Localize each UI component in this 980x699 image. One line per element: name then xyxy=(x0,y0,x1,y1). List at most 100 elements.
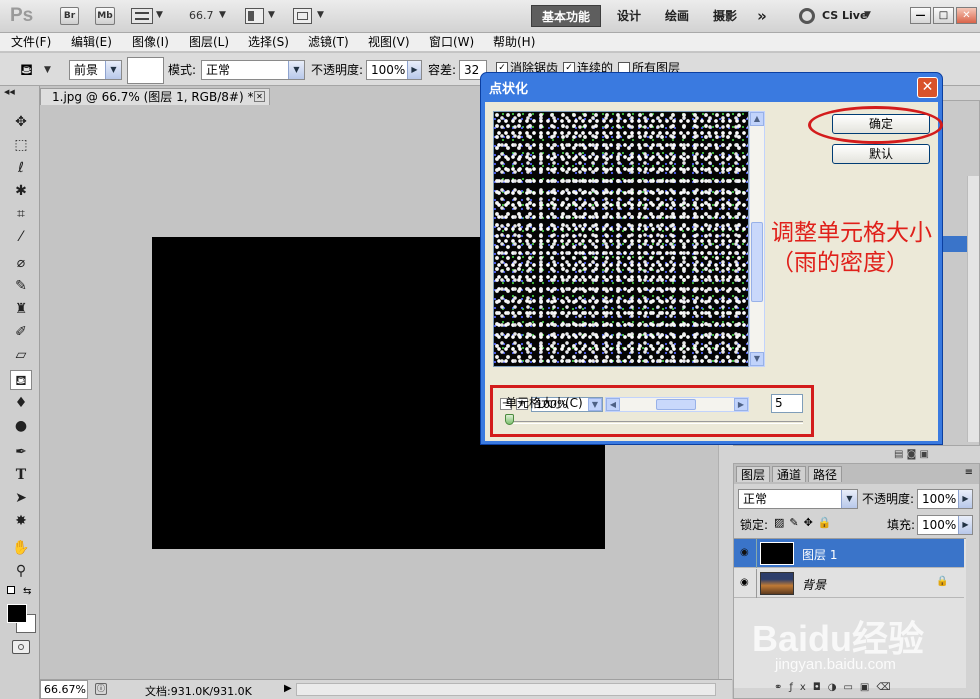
workspace-essentials[interactable]: 基本功能 xyxy=(531,5,601,27)
pen-tool-icon[interactable]: ✒ xyxy=(10,442,32,462)
eye-icon[interactable]: ◉ xyxy=(740,547,749,558)
clone-stamp-tool-icon[interactable]: ♜ xyxy=(10,299,32,319)
swap-colors-icon[interactable]: ⇆ xyxy=(23,586,31,597)
chevron-right-icon[interactable]: ▶ xyxy=(958,516,972,534)
menu-image[interactable]: 图像(I) xyxy=(132,34,169,50)
pattern-picker[interactable] xyxy=(127,57,164,84)
type-tool-icon[interactable]: T xyxy=(10,465,32,485)
zoom-level[interactable]: 66.7 xyxy=(189,9,214,22)
view-extras-icon[interactable] xyxy=(131,8,153,24)
layers-footer-icons[interactable]: ⚭ƒx◘◑▭▣⌫ xyxy=(774,682,898,693)
preview-vertical-scrollbar[interactable]: ▲ ▼ xyxy=(749,111,765,367)
tab-layers[interactable]: 图层 xyxy=(736,466,771,482)
healing-brush-tool-icon[interactable]: ⌀ xyxy=(10,253,32,273)
workspace-design[interactable]: 设计 xyxy=(611,5,647,27)
arrange-documents-icon[interactable] xyxy=(245,8,264,24)
minimize-button[interactable]: — xyxy=(910,7,931,24)
chevron-down-icon: ▼ xyxy=(841,490,857,508)
scroll-thumb[interactable] xyxy=(751,222,763,302)
layer-blend-select[interactable]: 正常 ▼ xyxy=(738,489,858,509)
layers-panel-tabbar: 图层 通道 路径 ≡ xyxy=(734,464,979,484)
chevron-right-icon[interactable]: ▶ xyxy=(407,61,421,79)
lock-icons[interactable]: ▨✎✥🔒 xyxy=(774,516,837,529)
chevron-down-icon[interactable]: ▼ xyxy=(317,10,324,20)
upper-panel-scrollbar[interactable] xyxy=(967,176,979,442)
paint-bucket-icon[interactable]: ⛾ xyxy=(20,60,33,81)
menu-edit[interactable]: 编辑(E) xyxy=(71,34,112,50)
close-icon[interactable]: ✕ xyxy=(254,91,265,102)
close-icon[interactable]: ✕ xyxy=(917,77,938,98)
layer-opacity-input[interactable]: 100% ▶ xyxy=(917,489,973,509)
move-tool-icon[interactable]: ✥ xyxy=(10,112,32,132)
lasso-tool-icon[interactable]: ℓ xyxy=(10,158,32,178)
foreground-color-swatch[interactable] xyxy=(7,604,27,623)
chevron-down-icon[interactable]: ▼ xyxy=(750,352,764,366)
maximize-button[interactable]: □ xyxy=(933,7,954,24)
layer-thumbnail xyxy=(760,542,794,565)
default-button[interactable]: 默认 xyxy=(832,144,930,164)
menu-help[interactable]: 帮助(H) xyxy=(493,34,535,50)
menu-filter[interactable]: 滤镜(T) xyxy=(308,34,349,50)
chevron-down-icon[interactable]: ▼ xyxy=(44,65,51,75)
workspace-painting[interactable]: 绘画 xyxy=(659,5,695,27)
layer-row-background[interactable]: ◉ 背景 🔒 xyxy=(734,569,964,598)
dodge-tool-icon[interactable]: ● xyxy=(10,416,32,436)
filter-preview[interactable] xyxy=(493,111,749,367)
eraser-tool-icon[interactable]: ▱ xyxy=(10,345,32,365)
brush-tool-icon[interactable]: ✎ xyxy=(10,276,32,296)
close-window-button[interactable]: ✕ xyxy=(956,7,977,24)
tab-paths[interactable]: 路径 xyxy=(808,466,843,482)
magic-wand-tool-icon[interactable]: ✱ xyxy=(10,181,32,201)
quick-mask-icon[interactable] xyxy=(12,640,30,654)
collapse-panel-icon[interactable]: ◀◀ xyxy=(4,88,36,96)
status-info-icon[interactable]: ⓘ xyxy=(95,683,107,695)
menu-file[interactable]: 文件(F) xyxy=(11,34,51,50)
status-zoom[interactable]: 66.67% xyxy=(40,680,88,699)
fill-label: 填充: xyxy=(887,518,916,532)
pointillize-dialog: 点状化 ✕ ▲ ▼ − + 100% ▼ ◀ ▶ 确定 默认 调整单元格大小（雨… xyxy=(480,72,943,445)
bridge-button[interactable]: Br xyxy=(60,7,79,25)
cs-live-button[interactable]: CS Live xyxy=(822,9,867,22)
layer-name[interactable]: 背景 xyxy=(802,576,826,593)
panel-menu-icon[interactable]: ≡ xyxy=(965,467,973,478)
eye-icon[interactable]: ◉ xyxy=(740,577,749,588)
fill-source-select[interactable]: 前景 ▼ xyxy=(69,60,122,80)
canvas-horizontal-scrollbar[interactable] xyxy=(296,683,716,696)
screen-mode-icon[interactable] xyxy=(293,8,312,24)
menu-layer[interactable]: 图层(L) xyxy=(189,34,229,50)
default-colors-icon[interactable] xyxy=(7,586,15,594)
tab-channels[interactable]: 通道 xyxy=(772,466,807,482)
blur-tool-icon[interactable]: ♦ xyxy=(10,393,32,413)
mode-select[interactable]: 正常 ▼ xyxy=(201,60,305,80)
chevron-down-icon[interactable]: ▼ xyxy=(156,10,163,20)
layer-row-layer1[interactable]: ◉ 图层 1 xyxy=(734,539,964,568)
cell-size-highlight-box xyxy=(490,385,814,437)
status-menu-arrow-icon[interactable]: ▶ xyxy=(284,683,292,694)
crop-tool-icon[interactable]: ⌗ xyxy=(10,204,32,224)
eyedropper-tool-icon[interactable]: ⁄ xyxy=(10,227,32,247)
zoom-tool-icon[interactable]: ⚲ xyxy=(10,561,32,581)
chevron-up-icon[interactable]: ▲ xyxy=(750,112,764,126)
workspace-photography[interactable]: 摄影 xyxy=(707,5,743,27)
lock-label: 锁定: xyxy=(740,518,769,532)
chevron-down-icon[interactable]: ▼ xyxy=(268,10,275,20)
shape-tool-icon[interactable]: ✸ xyxy=(10,511,32,531)
chevron-down-icon[interactable]: ▼ xyxy=(219,10,226,20)
panel-footer-icons[interactable]: ▤ ◙ ▣ xyxy=(894,449,929,460)
path-selection-tool-icon[interactable]: ➤ xyxy=(10,488,32,508)
menu-view[interactable]: 视图(V) xyxy=(368,34,410,50)
paint-bucket-tool-icon[interactable]: ⛾ xyxy=(10,370,32,390)
opacity-input[interactable]: 100% ▶ xyxy=(366,60,422,80)
menu-window[interactable]: 窗口(W) xyxy=(429,34,474,50)
chevron-right-icon[interactable]: ▶ xyxy=(958,490,972,508)
mode-label: 模式: xyxy=(168,63,197,77)
history-brush-tool-icon[interactable]: ✐ xyxy=(10,322,32,342)
layer-fill-input[interactable]: 100% ▶ xyxy=(917,515,973,535)
menu-select[interactable]: 选择(S) xyxy=(248,34,289,50)
more-workspaces-button[interactable]: » xyxy=(750,5,774,27)
document-tab[interactable]: 1.jpg @ 66.7% (图层 1, RGB/8#) * ✕ xyxy=(40,88,270,105)
minibridge-button[interactable]: Mb xyxy=(95,7,115,25)
layer-name[interactable]: 图层 1 xyxy=(802,546,837,563)
hand-tool-icon[interactable]: ✋ xyxy=(10,538,32,558)
marquee-tool-icon[interactable]: ⬚ xyxy=(10,135,32,155)
